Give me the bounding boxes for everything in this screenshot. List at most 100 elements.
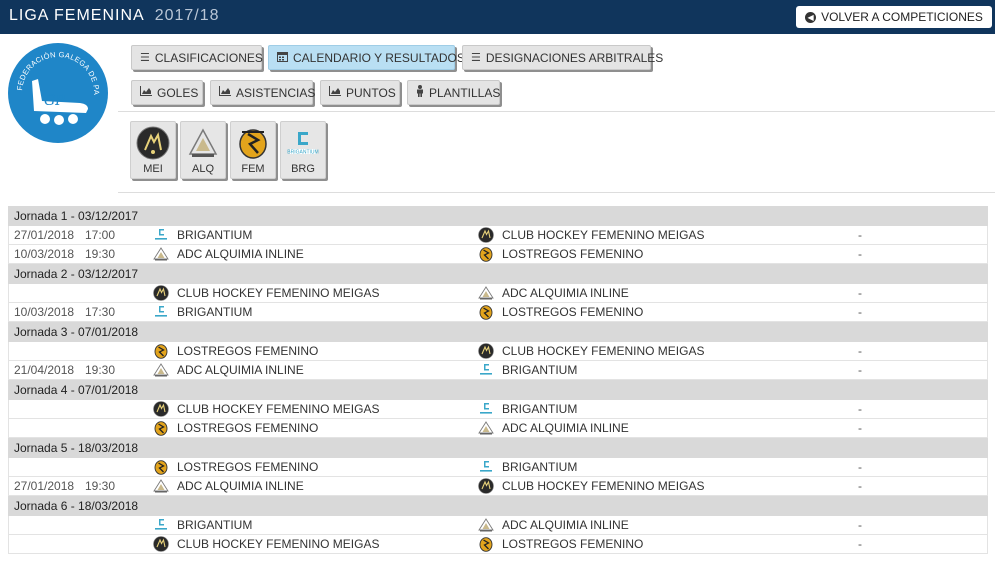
home-team: BRIGANTIUM — [177, 305, 253, 319]
match-row[interactable]: LOSTREGOS FEMENINO BRIGANTIUM - — [8, 458, 988, 477]
home-team: LOSTREGOS FEMENINO — [177, 421, 319, 435]
match-result: - — [858, 363, 862, 377]
tab-goles[interactable]: GOLES — [131, 80, 203, 105]
jornada-header: Jornada 2 - 03/12/2017 — [8, 264, 988, 284]
away-team: BRIGANTIUM — [502, 402, 578, 416]
meigas-emblem-icon — [136, 126, 170, 160]
meigas-emblem-icon — [478, 343, 494, 359]
away-team: CLUB HOCKEY FEMENINO MEIGAS — [502, 228, 705, 242]
league-name: LIGA FEMENINA — [9, 7, 145, 24]
home-team: CLUB HOCKEY FEMENINO MEIGAS — [177, 402, 380, 416]
team-tile-mei[interactable]: MEI — [130, 121, 176, 179]
team-tile-fem[interactable]: FEM — [230, 121, 276, 179]
back-to-competitions-button[interactable]: ◀ VOLVER A COMPETICIONES — [796, 6, 992, 28]
away-team: CLUB HOCKEY FEMENINO MEIGAS — [502, 479, 705, 493]
alquimia-emblem-icon — [188, 128, 218, 157]
team-tile-alq[interactable]: ALQ — [180, 121, 226, 179]
meigas-emblem-icon — [153, 401, 169, 417]
tab-calendario-resultados[interactable]: CALENDARIO Y RESULTADOS — [268, 45, 465, 70]
match-time: 17:00 — [85, 228, 116, 242]
tab-clasificaciones[interactable]: ☰ CLASIFICACIONES — [131, 45, 263, 70]
brigantium-emblem-icon — [478, 459, 494, 475]
alquimia-emblem-icon — [478, 517, 494, 533]
away-team: LOSTREGOS FEMENINO — [502, 537, 644, 551]
arrow-left-circle-icon: ◀ — [805, 11, 817, 23]
jornada-header: Jornada 4 - 07/01/2018 — [8, 380, 988, 400]
brigantium-emblem-icon — [153, 304, 169, 320]
page-title: LIGA FEMENINA 2017/18 — [9, 7, 220, 25]
team-tile-brg[interactable]: BRIGANTIUM BRG — [280, 121, 326, 179]
lostregos-emblem-icon — [153, 343, 169, 359]
alquimia-emblem-icon — [478, 420, 494, 436]
brigantium-emblem-icon — [153, 227, 169, 243]
match-row[interactable]: 10/03/2018 19:30 ADC ALQUIMIA INLINE LOSTRE… — [8, 245, 988, 264]
alquimia-emblem-icon — [153, 362, 169, 378]
match-row[interactable]: CLUB HOCKEY FEMENINO MEIGAS ADC ALQUIMIA … — [8, 284, 988, 303]
list-icon: ☰ — [471, 52, 481, 64]
match-result: - — [858, 479, 862, 493]
home-team: LOSTREGOS FEMENINO — [177, 344, 319, 358]
jornada-header: Jornada 1 - 03/12/2017 — [8, 206, 988, 226]
match-time: 19:30 — [85, 363, 116, 377]
match-result: - — [858, 286, 862, 300]
area-chart-icon — [329, 86, 341, 99]
person-icon — [416, 85, 424, 100]
tab-label: GOLES — [157, 85, 199, 100]
home-team: CLUB HOCKEY FEMENINO MEIGAS — [177, 537, 380, 551]
back-button-label: VOLVER A COMPETICIONES — [821, 10, 983, 24]
match-result: - — [858, 537, 862, 551]
away-team: ADC ALQUIMIA INLINE — [502, 286, 629, 300]
match-row[interactable]: 27/01/2018 19:30 ADC ALQUIMIA INLINE CLUB H… — [8, 477, 988, 496]
match-time: 19:30 — [85, 479, 116, 493]
area-chart-icon — [219, 86, 231, 99]
tab-designaciones-arbitrales[interactable]: ☰ DESIGNACIONES ARBITRALES — [462, 45, 663, 70]
home-team: LOSTREGOS FEMENINO — [177, 460, 319, 474]
lostregos-emblem-icon — [478, 246, 494, 262]
match-result: - — [858, 305, 862, 319]
match-time: 19:30 — [85, 247, 116, 261]
tab-asistencias[interactable]: ASISTENCIAS — [210, 80, 315, 105]
alquimia-emblem-icon — [153, 478, 169, 494]
match-row[interactable]: BRIGANTIUM ADC ALQUIMIA INLINE - — [8, 516, 988, 535]
jornada-header: Jornada 5 - 18/03/2018 — [8, 438, 988, 458]
match-row[interactable]: 10/03/2018 17:30 BRIGANTIUM LOSTREGOS FEMEN… — [8, 303, 988, 322]
match-result: - — [858, 518, 862, 532]
match-row[interactable]: LOSTREGOS FEMENINO ADC ALQUIMIA INLINE - — [8, 419, 988, 438]
tab-label: PLANTILLAS — [429, 85, 501, 100]
brigantium-emblem-icon — [153, 517, 169, 533]
alquimia-emblem-icon — [478, 285, 494, 301]
team-code: ALQ — [191, 163, 214, 175]
match-result: - — [858, 247, 862, 261]
meigas-emblem-icon — [478, 227, 494, 243]
away-team: LOSTREGOS FEMENINO — [502, 305, 644, 319]
team-code: BRG — [291, 163, 315, 175]
home-team: BRIGANTIUM — [177, 518, 253, 532]
divider — [118, 111, 995, 112]
match-row[interactable]: 27/01/2018 17:00 BRIGANTIUM CLUB HOCKEY FEM… — [8, 226, 988, 245]
match-date: 10/03/2018 — [14, 247, 75, 261]
alquimia-emblem-icon — [153, 246, 169, 262]
match-row[interactable]: CLUB HOCKEY FEMENINO MEIGAS LOSTREGOS FEM… — [8, 535, 988, 554]
top-bar: LIGA FEMENINA 2017/18 ◀ VOLVER A COMPETIC… — [0, 0, 995, 34]
lostregos-emblem-icon — [153, 420, 169, 436]
match-date: 21/04/2018 — [14, 363, 75, 377]
meigas-emblem-icon — [153, 536, 169, 552]
match-result: - — [858, 460, 862, 474]
away-team: ADC ALQUIMIA INLINE — [502, 518, 629, 532]
team-code: FEM — [241, 163, 265, 175]
match-row[interactable]: CLUB HOCKEY FEMENINO MEIGAS BRIGANTIUM - — [8, 400, 988, 419]
list-icon: ☰ — [140, 52, 150, 64]
meigas-emblem-icon — [478, 478, 494, 494]
lostregos-emblem-icon — [478, 304, 494, 320]
away-team: LOSTREGOS FEMENINO — [502, 247, 644, 261]
jornada-header: Jornada 6 - 18/03/2018 — [8, 496, 988, 516]
tab-puntos[interactable]: PUNTOS — [320, 80, 400, 105]
match-row[interactable]: LOSTREGOS FEMENINO CLUB HOCKEY FEMENINO M… — [8, 342, 988, 361]
jornada-header: Jornada 3 - 07/01/2018 — [8, 322, 988, 342]
away-team: ADC ALQUIMIA INLINE — [502, 421, 629, 435]
home-team: CLUB HOCKEY FEMENINO MEIGAS — [177, 286, 380, 300]
tab-plantillas[interactable]: PLANTILLAS — [407, 80, 500, 105]
match-row[interactable]: 21/04/2018 19:30 ADC ALQUIMIA INLINE BRIGAN… — [8, 361, 988, 380]
match-result: - — [858, 344, 862, 358]
lostregos-emblem-icon — [153, 459, 169, 475]
